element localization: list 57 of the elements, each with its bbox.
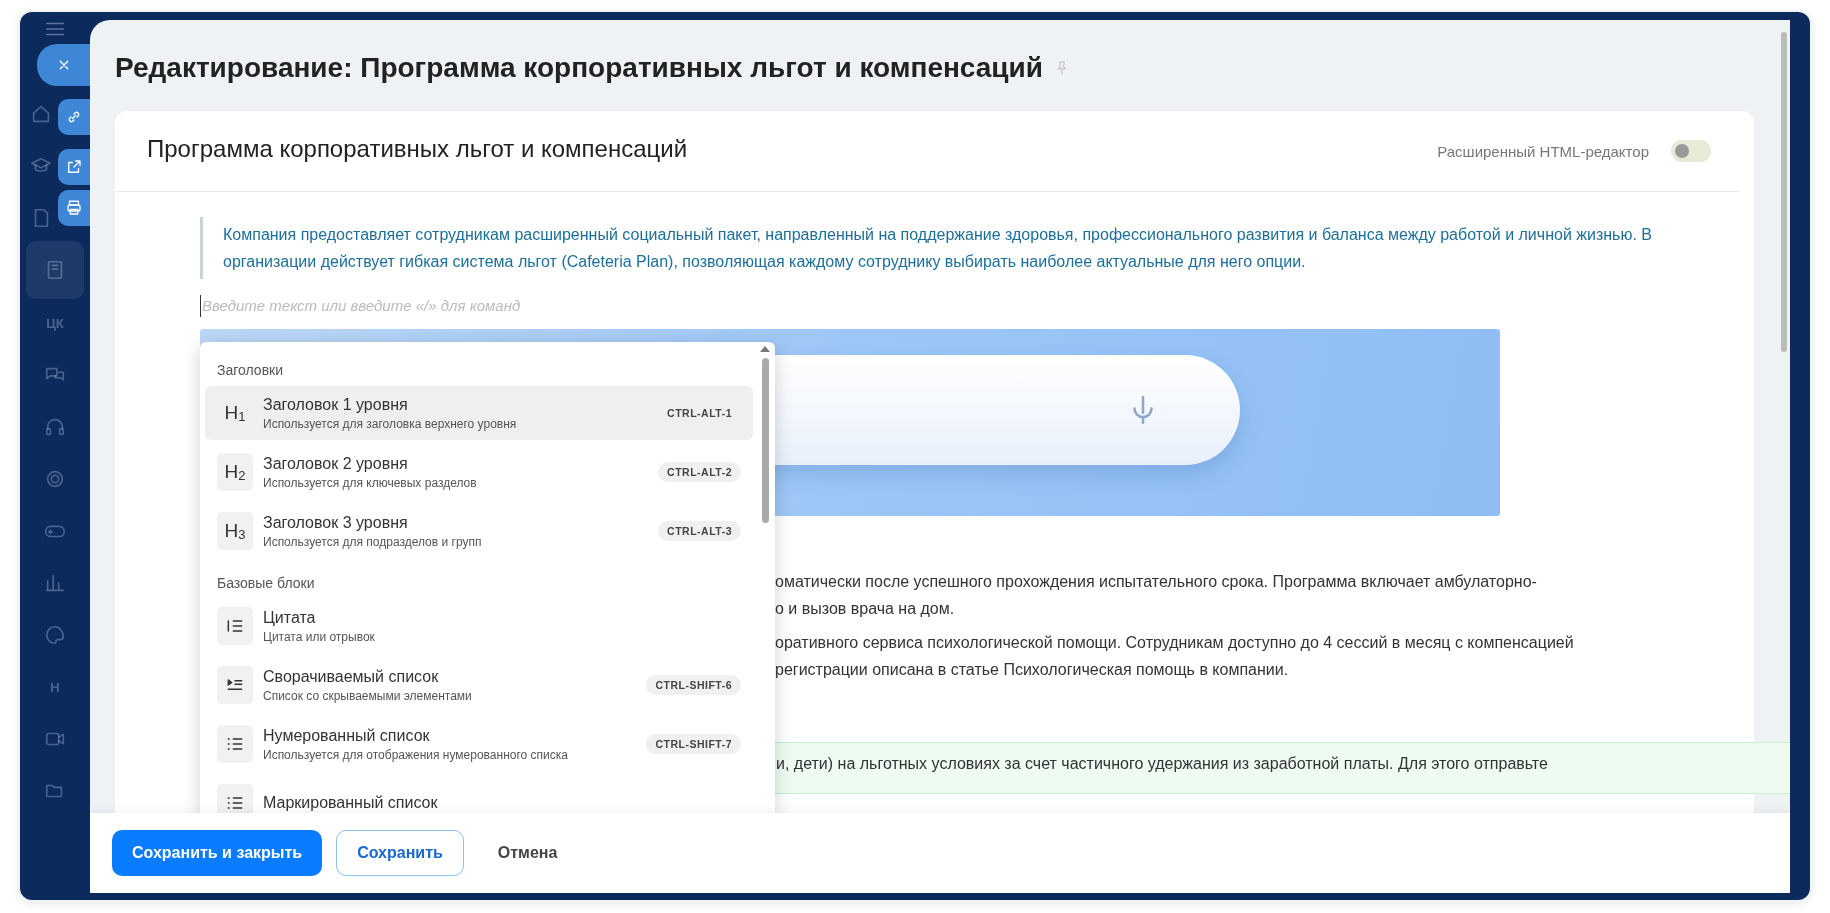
scroll-up-icon[interactable]	[760, 346, 770, 352]
keyboard-shortcut: CTRL-SHIFT-7	[646, 734, 741, 754]
body-text-line: о и вызов врача на дом.	[775, 599, 956, 619]
chart-icon	[44, 572, 66, 594]
command-description: Используется для подразделов и групп	[263, 534, 483, 549]
body-text-line: оративного сервиса психологической помощи. Сотрудникам доступно до 4 сессий в месяц с компенсацией	[775, 633, 1575, 653]
command-title: Сворачиваемый список	[263, 667, 440, 686]
command-description: Список со скрываемыми элементами	[263, 688, 473, 703]
command-item[interactable]: Сворачиваемый список Список со скрываемыми элементами CTRL-SHIFT-6	[205, 658, 753, 712]
keyboard-shortcut: CTRL-ALT-2	[658, 462, 741, 482]
toggle-label: Расширенный HTML-редактор	[1437, 142, 1649, 160]
command-title: Цитата	[263, 608, 317, 627]
command-item[interactable]: H$_{1}$ Заголовок 1 уровня Используется для заголовка верхнего уровня CTRL-ALT-1	[205, 386, 753, 440]
command-description: Цитата или отрывок	[263, 629, 376, 644]
section-heading: Базовые блоки	[216, 574, 316, 593]
window-title: Редактирование: Программа корпоративных льгот и компенсаций	[115, 52, 1043, 84]
save-and-close-button[interactable]: Сохранить и закрыть	[112, 830, 323, 876]
command-title: Заголовок 3 уровня	[263, 513, 409, 532]
heading-level-label: H$_{2}$	[224, 461, 246, 483]
quote-paragraph: Компания предоставляет сотрудникам расширенный социальный пакет, направленный на поддержание здоровья, профессионального развития и баланса между работой и личной жизнью. В организации действует гибкая система льгот (Cafeteria Plan), позволяющая каждому сотруднику выбирать наиболее актуальные для него опции.	[200, 217, 1704, 279]
scrollbar-thumb[interactable]	[1781, 32, 1787, 352]
headset-icon	[44, 416, 66, 438]
palette-icon	[44, 624, 66, 646]
heading-level-label: H$_{3}$	[224, 520, 246, 542]
external-link-button[interactable]	[58, 149, 90, 185]
command-item[interactable]: Нумерованный список Используется для отображения нумерованного списка CTRL-SHIFT-7	[205, 717, 753, 771]
printer-icon	[65, 199, 83, 217]
command-item[interactable]: H$_{3}$ Заголовок 3 уровня Используется для подразделов и групп CTRL-ALT-3	[205, 504, 753, 558]
command-title: Маркированный список	[263, 794, 439, 812]
document-title: Программа корпоративных льгот и компенсаций	[147, 134, 689, 163]
body-text-line: оматически после успешного прохождения испытательного срока. Программа включает амбулаторно-	[775, 572, 1538, 592]
command-description: Используется для ключевых разделов	[263, 475, 478, 490]
scrollbar-thumb[interactable]	[761, 358, 769, 523]
sidebar-item[interactable]	[26, 241, 84, 299]
cancel-button[interactable]: Отмена	[477, 830, 578, 876]
command-title: Нумерованный список	[263, 726, 431, 745]
command-item[interactable]: Маркированный список	[205, 776, 753, 813]
heading-level-label: H$_{1}$	[224, 402, 246, 424]
close-button[interactable]	[37, 44, 90, 86]
section-heading: Заголовки	[216, 361, 284, 380]
external-link-icon	[65, 158, 83, 176]
command-item[interactable]: H$_{2}$ Заголовок 2 уровня Используется для ключевых разделов CTRL-ALT-2	[205, 445, 753, 499]
command-title: Заголовок 2 уровня	[263, 454, 409, 473]
command-item[interactable]: Цитата Цитата или отрывок	[205, 599, 753, 653]
keyboard-shortcut: CTRL-ALT-3	[658, 521, 741, 541]
toggle-switch[interactable]	[1671, 140, 1711, 162]
medal-icon	[44, 468, 66, 490]
printer-button[interactable]	[58, 190, 90, 226]
save-button[interactable]: Сохранить	[336, 830, 464, 876]
keyboard-shortcut: CTRL-SHIFT-6	[646, 675, 741, 695]
link-button[interactable]	[58, 99, 90, 135]
command-title: Заголовок 1 уровня	[263, 395, 409, 414]
command-description: Используется для заголовка верхнего уровня	[263, 416, 518, 431]
command-description: Используется для отображения нумерованного списка	[263, 747, 569, 762]
body-text-line: регистрации описана в статье Психологическая помощь в компании.	[775, 660, 1290, 680]
keyboard-shortcut: CTRL-ALT-1	[666, 406, 733, 421]
house-icon	[30, 103, 52, 125]
